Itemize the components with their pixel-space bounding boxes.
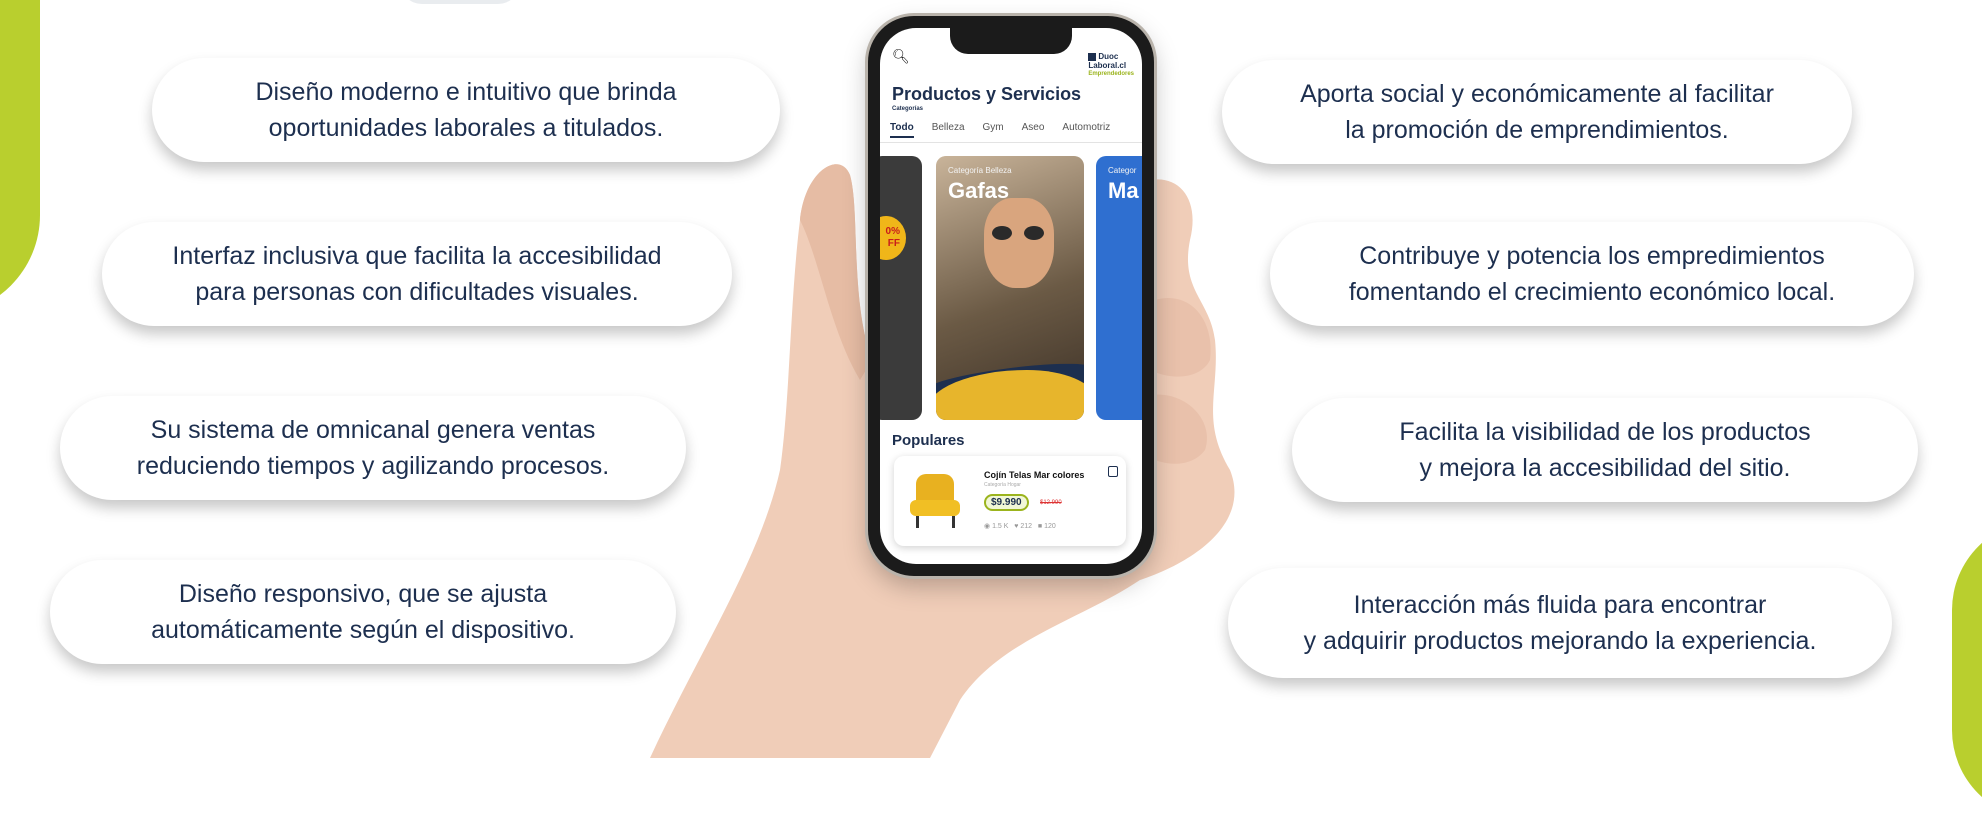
card-category: Categor — [1108, 166, 1137, 175]
product-price: $9.990 — [984, 494, 1029, 511]
product-name: Cojín Telas Mar colores — [984, 470, 1085, 480]
model-photo — [984, 198, 1054, 288]
likes-count: 212 — [1020, 523, 1033, 530]
card-category: Categoría Belleza — [948, 166, 1012, 175]
category-card-gafas[interactable]: Categoría Belleza Gafas — [936, 156, 1084, 420]
phone-mockup: 🔍︎ Duoc Laboral.cl Emprendedores Product… — [868, 16, 1154, 576]
category-tabs: Todo Belleza Gym Aseo Automotriz — [890, 122, 1110, 138]
card-title: Ma — [1108, 178, 1139, 203]
category-card-right[interactable]: Categor Ma — [1096, 156, 1142, 420]
popular-heading: Populares — [892, 432, 965, 449]
search-icon[interactable]: 🔍︎ — [892, 48, 910, 65]
product-old-price: $12.990 — [1040, 500, 1062, 506]
views-count: 1.5 K — [992, 523, 1009, 530]
logo-text: Duoc — [1098, 52, 1119, 61]
tab-belleza[interactable]: Belleza — [932, 122, 965, 138]
sunglasses-shape — [1024, 226, 1044, 240]
logo-subtext: Emprendedores — [1088, 71, 1134, 77]
sunglasses-shape — [992, 226, 1012, 240]
eye-icon: ◉ — [984, 523, 991, 530]
product-card[interactable]: Cojín Telas Mar colores Categoría Hogar … — [894, 456, 1126, 546]
logo-text-2: Laboral.cl — [1088, 61, 1127, 70]
phone-notch — [950, 28, 1072, 54]
bag-icon[interactable] — [1108, 466, 1118, 477]
page-subtitle: Categorías — [892, 106, 924, 112]
card-title: Gafas — [948, 178, 1010, 203]
chair-seat — [910, 500, 960, 516]
chair-leg — [916, 516, 919, 528]
stock-icon: ■ — [1037, 523, 1043, 530]
phone-screen: 🔍︎ Duoc Laboral.cl Emprendedores Product… — [880, 28, 1142, 564]
logo-mark-icon — [1088, 52, 1097, 61]
page-title: Productos y Servicios — [892, 84, 1082, 104]
tab-todo[interactable]: Todo — [890, 122, 914, 138]
heart-icon: ♥ — [1014, 523, 1019, 530]
discount-badge: 0% FF — [880, 216, 906, 260]
chair-image — [908, 472, 962, 530]
product-category: Categoría Hogar — [984, 482, 1021, 488]
stock-count: 120 — [1044, 523, 1056, 530]
tabs-divider — [880, 142, 1142, 143]
tab-aseo[interactable]: Aseo — [1022, 122, 1045, 138]
duoc-logo: Duoc Laboral.cl Emprendedores — [1088, 52, 1134, 79]
tab-gym[interactable]: Gym — [983, 122, 1004, 138]
product-stats: ◉ 1.5 K ♥ 212 ■ 120 — [984, 522, 1056, 530]
chair-leg — [952, 516, 955, 528]
tab-automotriz[interactable]: Automotriz — [1062, 122, 1110, 138]
category-card-left[interactable]: 0% FF — [880, 156, 922, 420]
